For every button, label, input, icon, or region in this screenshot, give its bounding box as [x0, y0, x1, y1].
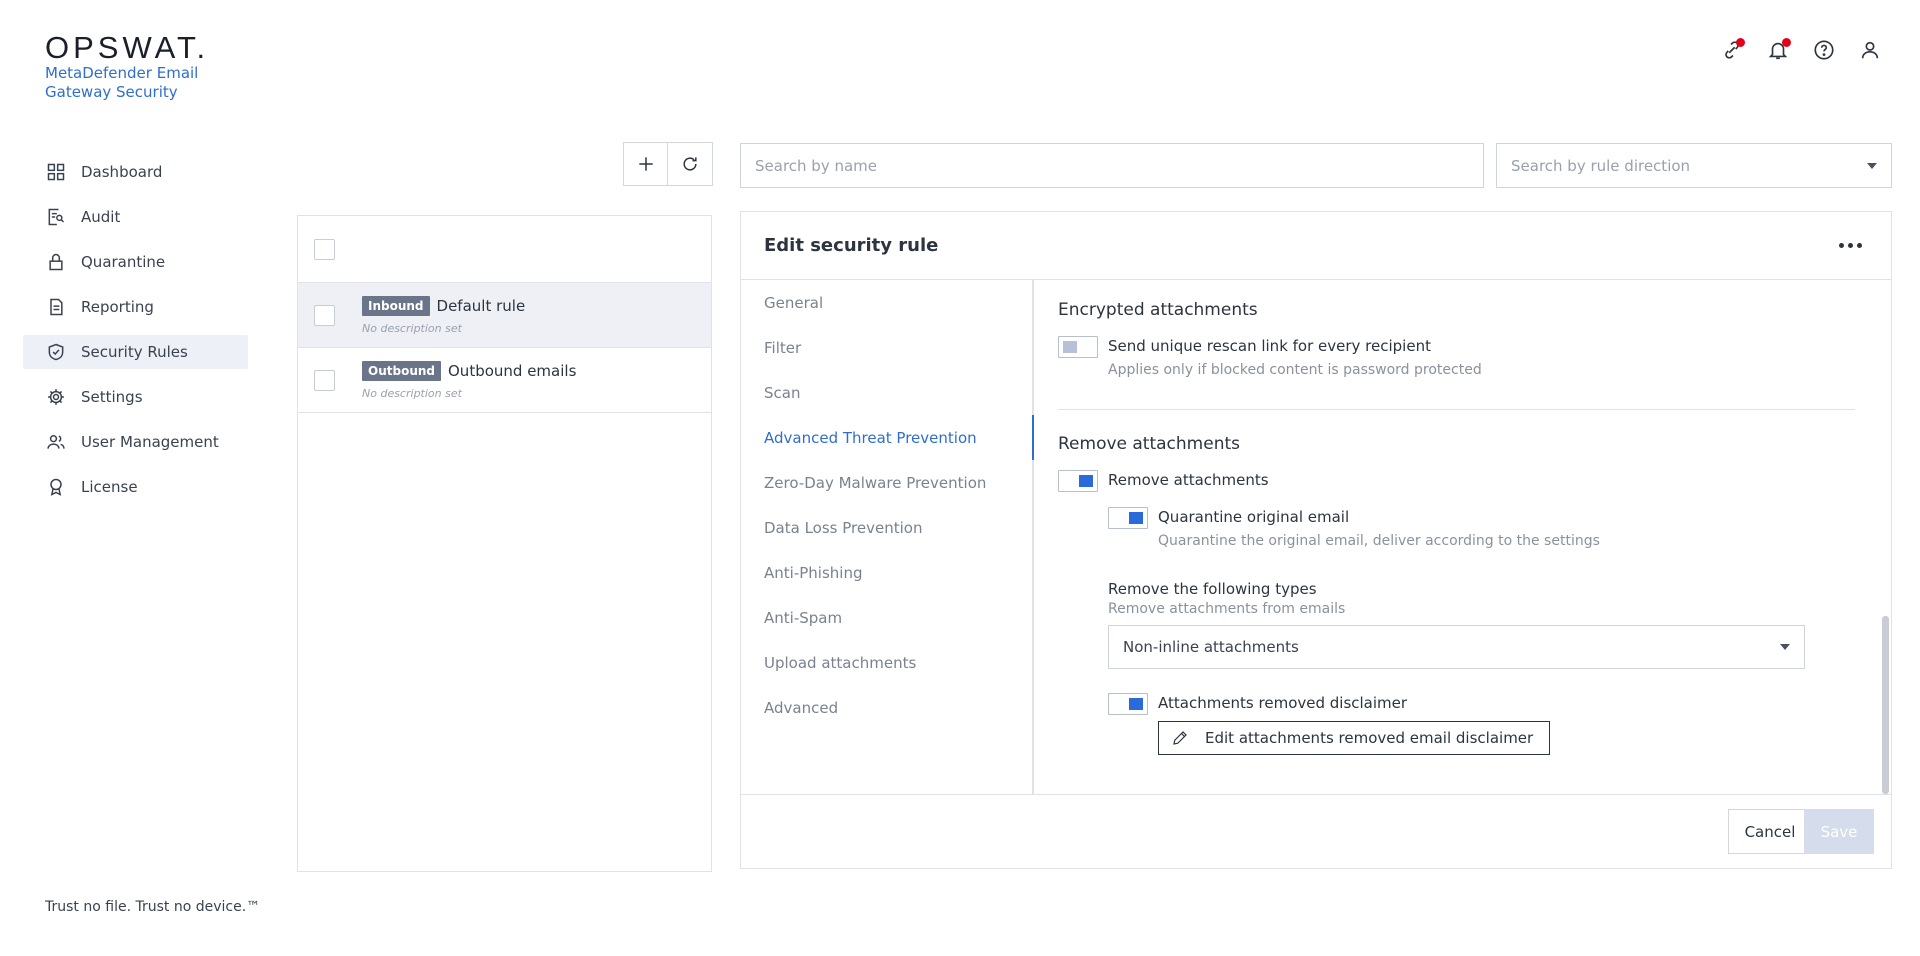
- lock-icon: [49, 253, 63, 271]
- tab-advanced[interactable]: Advanced: [741, 685, 1032, 730]
- rule-checkbox[interactable]: [314, 369, 335, 391]
- select-all-checkbox[interactable]: [314, 238, 335, 260]
- help-icon[interactable]: [1812, 38, 1836, 62]
- option-label: Attachments removed disclaimer: [1158, 694, 1408, 712]
- edit-security-rule-panel: Edit security rule General Filter Scan A…: [740, 211, 1892, 869]
- notification-dot: [1782, 38, 1791, 47]
- rule-name: Default rule: [436, 296, 526, 315]
- users-icon: [47, 435, 65, 449]
- section-title-remove: Remove attachments: [1058, 434, 1240, 454]
- integration-icon[interactable]: [1720, 38, 1745, 62]
- sidebar-item-label: Dashboard: [81, 163, 163, 181]
- chevron-down-icon: [1780, 644, 1790, 650]
- audit-icon: [48, 208, 65, 226]
- direction-badge: Outbound: [362, 360, 441, 381]
- sidebar-item-label: User Management: [81, 433, 219, 451]
- rules-list-header: [298, 216, 711, 283]
- rules-toolbar: [623, 142, 713, 186]
- attachment-types-select[interactable]: Non-inline attachments: [1108, 625, 1805, 669]
- sidebar-item-security-rules[interactable]: Security Rules: [23, 335, 248, 369]
- select-value: Non-inline attachments: [1123, 638, 1299, 656]
- removed-disclaimer-toggle[interactable]: [1108, 693, 1148, 715]
- rule-direction-select[interactable]: Search by rule direction: [1496, 143, 1892, 188]
- search-placeholder: Search by name: [755, 156, 878, 175]
- dashboard-icon: [47, 163, 65, 181]
- tab-data-loss-prevention[interactable]: Data Loss Prevention: [741, 505, 1032, 550]
- sidebar-nav: Dashboard Audit Quarantine Reporting Sec…: [23, 155, 248, 515]
- rules-list: Inbound Default rule No description set …: [297, 215, 712, 872]
- option-label: Send unique rescan link for every recipi…: [1108, 337, 1431, 355]
- panel-title: Edit security rule: [764, 235, 939, 256]
- tab-advanced-threat-prevention[interactable]: Advanced Threat Prevention: [741, 415, 1034, 460]
- refresh-button[interactable]: [668, 142, 713, 186]
- rule-name: Outbound emails: [448, 361, 577, 380]
- types-label: Remove the following types: [1108, 580, 1317, 598]
- save-button[interactable]: Save: [1804, 809, 1874, 854]
- sidebar-item-label: Reporting: [81, 298, 154, 316]
- edit-disclaimer-button[interactable]: Edit attachments removed email disclaime…: [1158, 721, 1551, 755]
- sidebar-item-settings[interactable]: Settings: [23, 380, 248, 414]
- rule-description: No description set: [362, 321, 462, 335]
- scrollbar[interactable]: [1882, 616, 1889, 794]
- rule-tabs: General Filter Scan Advanced Threat Prev…: [741, 280, 1034, 794]
- sidebar-item-quarantine[interactable]: Quarantine: [23, 245, 248, 279]
- notification-dot: [1736, 38, 1745, 47]
- remove-attachments-toggle[interactable]: [1058, 470, 1098, 492]
- option-label: Quarantine original email: [1158, 508, 1350, 526]
- opswat-logo: OPSWAT.: [45, 30, 210, 65]
- sidebar-item-reporting[interactable]: Reporting: [23, 290, 248, 324]
- types-description: Remove attachments from emails: [1108, 601, 1346, 617]
- direction-badge: Inbound: [362, 295, 430, 316]
- sidebar-item-label: Quarantine: [81, 253, 166, 271]
- rescan-link-toggle[interactable]: [1058, 336, 1098, 358]
- tab-anti-spam[interactable]: Anti-Spam: [741, 595, 1032, 640]
- rule-description: No description set: [362, 386, 462, 400]
- tab-upload-attachments[interactable]: Upload attachments: [741, 640, 1032, 685]
- user-icon[interactable]: [1858, 38, 1882, 62]
- tab-general[interactable]: General: [741, 280, 1032, 325]
- option-label: Remove attachments: [1108, 471, 1269, 489]
- option-description: Quarantine the original email, deliver a…: [1158, 533, 1600, 549]
- rule-row-outbound[interactable]: Outbound Outbound emails No description …: [298, 348, 711, 413]
- section-title-encrypted: Encrypted attachments: [1058, 300, 1258, 320]
- panel-footer: Cancel Save: [741, 794, 1891, 868]
- add-rule-button[interactable]: [623, 142, 668, 186]
- rule-checkbox[interactable]: [314, 304, 335, 326]
- sidebar-item-label: Security Rules: [81, 343, 188, 361]
- sidebar-item-user-management[interactable]: User Management: [23, 425, 248, 459]
- section-divider: [1058, 409, 1855, 410]
- sidebar-item-label: License: [81, 478, 138, 496]
- quarantine-original-toggle[interactable]: [1108, 507, 1148, 529]
- cancel-button[interactable]: Cancel: [1728, 809, 1812, 854]
- header-actions: [1720, 38, 1882, 62]
- product-name: MetaDefender Email Gateway Security: [45, 64, 199, 101]
- tab-filter[interactable]: Filter: [741, 325, 1032, 370]
- select-placeholder: Search by rule direction: [1511, 156, 1691, 175]
- button-label: Edit attachments removed email disclaime…: [1205, 729, 1534, 747]
- bell-icon[interactable]: [1766, 38, 1791, 62]
- tab-anti-phishing[interactable]: Anti-Phishing: [741, 550, 1032, 595]
- tab-content: Encrypted attachments Send unique rescan…: [1058, 280, 1868, 794]
- shield-check-icon: [48, 343, 64, 361]
- sidebar-item-license[interactable]: License: [23, 470, 248, 504]
- pencil-icon: [1173, 731, 1187, 745]
- report-icon: [50, 298, 63, 316]
- sidebar-item-label: Settings: [81, 388, 143, 406]
- sidebar-item-dashboard[interactable]: Dashboard: [23, 155, 248, 189]
- refresh-icon: [683, 157, 697, 171]
- more-options-icon[interactable]: [1833, 237, 1868, 254]
- award-icon: [50, 478, 62, 496]
- sidebar-item-label: Audit: [81, 208, 121, 226]
- rule-row-default[interactable]: Inbound Default rule No description set: [298, 283, 711, 348]
- tab-zero-day-malware-prevention[interactable]: Zero-Day Malware Prevention: [741, 460, 1032, 505]
- sidebar-item-audit[interactable]: Audit: [23, 200, 248, 234]
- plus-icon: [638, 157, 653, 171]
- tagline: Trust no file. Trust no device.™: [45, 899, 261, 915]
- tab-scan[interactable]: Scan: [741, 370, 1032, 415]
- search-by-name-input[interactable]: Search by name: [740, 143, 1484, 188]
- gear-icon: [48, 389, 64, 405]
- chevron-down-icon: [1867, 162, 1877, 169]
- option-description: Applies only if blocked content is passw…: [1108, 362, 1482, 378]
